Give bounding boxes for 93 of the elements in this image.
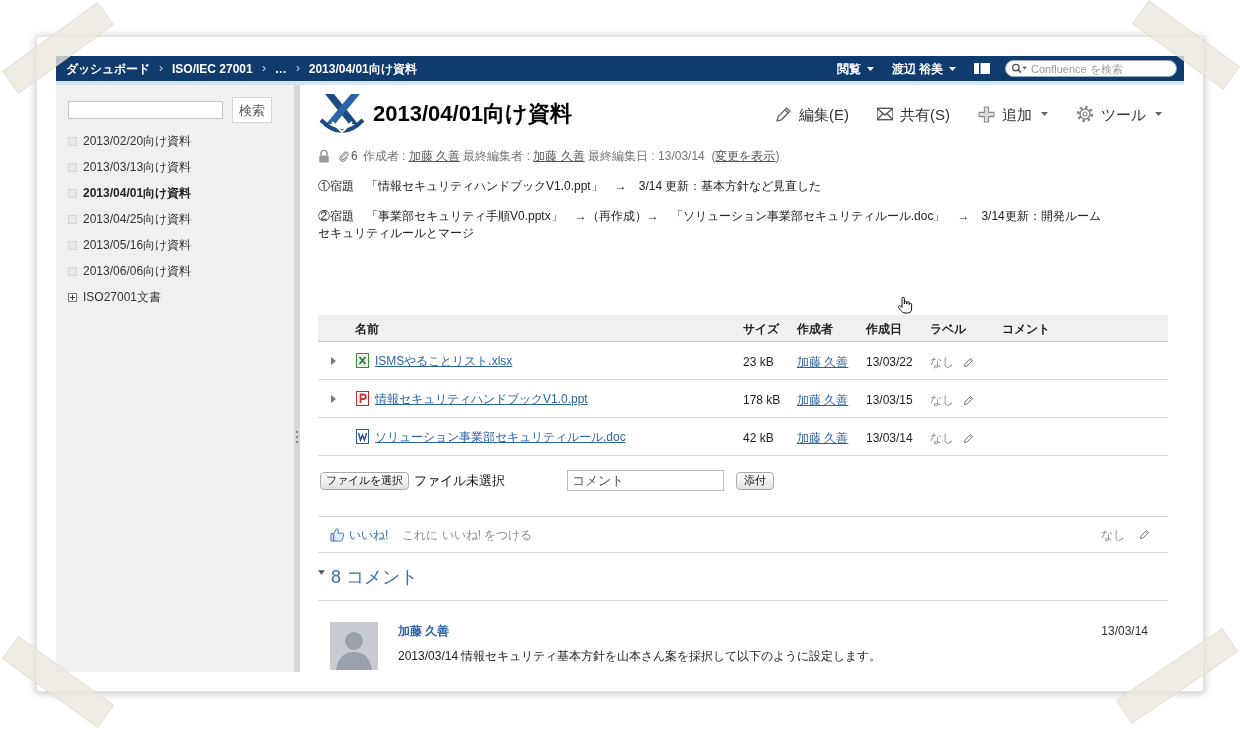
page-tree-link[interactable]: 2013/06/06向け資料: [83, 265, 192, 277]
menu-button[interactable]: 渡辺 裕美: [891, 62, 956, 75]
breadcrumb-link[interactable]: 2013/04/01向け資料: [308, 62, 417, 75]
created-date: 13/03/14: [866, 430, 913, 445]
page-tree-link[interactable]: 2013/04/01向け資料: [83, 187, 192, 199]
user-link[interactable]: 加藤 久善: [797, 430, 849, 445]
bullet-icon: [68, 214, 77, 224]
like-button[interactable]: いいね!: [330, 527, 389, 542]
page-tree-link[interactable]: 2013/05/16向け資料: [83, 239, 192, 251]
expand-arrow-icon[interactable]: [331, 394, 336, 403]
chevron-icon: [295, 65, 300, 72]
column-header[interactable]: コメント: [1002, 322, 1050, 336]
spreadsheet-file-icon: [356, 353, 369, 368]
gear-icon: [1076, 105, 1094, 123]
file-link[interactable]: ソリューション事業部セキュリティルール.doc: [375, 430, 626, 443]
file-status: ファイル未選択: [414, 474, 505, 487]
pencil-icon: [775, 105, 792, 123]
user-link[interactable]: 加藤 久善: [797, 354, 849, 369]
search-field[interactable]: Confluence を検索: [1005, 60, 1177, 77]
collapse-arrow-icon[interactable]: [318, 570, 325, 575]
breadcrumb-link[interactable]: …: [274, 62, 287, 75]
avatar-placeholder: [330, 622, 378, 670]
attachment-count: 6: [351, 150, 358, 162]
user-link[interactable]: 加藤 久善: [408, 149, 461, 163]
pencil-icon[interactable]: [963, 356, 974, 368]
caret-icon: [949, 66, 956, 71]
bullet-icon: [68, 240, 77, 250]
bullet-icon: [68, 266, 77, 276]
breadcrumb-link[interactable]: ダッシュボード: [66, 62, 150, 75]
label-value: なし: [1101, 528, 1125, 541]
created-date: 13/03/15: [866, 392, 913, 407]
page-tree-link[interactable]: 2013/02/20向け資料: [83, 135, 192, 147]
pencil-icon[interactable]: [1139, 529, 1150, 540]
label-value: なし: [930, 432, 954, 444]
page-tree-link[interactable]: 2013/04/25向け資料: [83, 213, 192, 225]
plus-icon: [978, 105, 995, 123]
comment-author[interactable]: 加藤 久善: [398, 625, 450, 637]
comment-text: 2013/03/14 情報セキュリティ基本方針を山本さん案を採択して以下のように設定します。: [398, 649, 883, 663]
logo-icon: [318, 92, 366, 136]
column-header[interactable]: 名前: [355, 322, 379, 336]
user-link[interactable]: 加藤 久善: [533, 149, 585, 163]
file-size: 42 kB: [743, 430, 774, 445]
choose-file-button[interactable]: ファイルを選択: [320, 471, 409, 490]
thumbs-up-icon: [330, 527, 345, 542]
bullet-icon: [68, 162, 77, 172]
pencil-icon[interactable]: [963, 432, 974, 444]
expand-arrow-icon[interactable]: [331, 356, 336, 365]
column-header[interactable]: ラベル: [930, 322, 966, 336]
page-title: 2013/04/01向け資料: [373, 103, 573, 125]
user-link[interactable]: 加藤 久善: [797, 392, 849, 407]
comment-field[interactable]: コメント: [567, 470, 724, 491]
hand-cursor-icon: [897, 296, 913, 314]
search-button[interactable]: 検索: [232, 97, 272, 123]
edit-button[interactable]: 編集(E): [775, 105, 849, 123]
envelope-icon: [877, 107, 893, 121]
bullet-icon: [68, 188, 77, 198]
paperclip-icon[interactable]: [338, 150, 350, 162]
label-value: なし: [930, 356, 954, 368]
breadcrumb-link[interactable]: ISO/IEC 27001: [172, 62, 253, 75]
created-date: 13/03/22: [866, 354, 913, 369]
page-tree-link[interactable]: 2013/03/13向け資料: [83, 161, 192, 173]
bullet-icon: [68, 136, 77, 146]
file-size: 178 kB: [743, 392, 781, 407]
column-header[interactable]: サイズ: [743, 322, 779, 336]
search-input[interactable]: [68, 101, 223, 119]
attach-button[interactable]: 添付: [736, 471, 774, 490]
page-metadata: 作成者 : 加藤 久善 最終編集者 : 加藤 久善 最終編集日 : 13/03/14 (変更を表示): [362, 150, 780, 162]
pencil-icon[interactable]: [963, 394, 974, 406]
column-header[interactable]: 作成者: [797, 322, 833, 336]
file-link[interactable]: 情報セキュリティハンドブックV1.0.ppt: [375, 392, 588, 405]
column-header[interactable]: 作成日: [866, 322, 902, 336]
like-prompt: これに いいね! をつける: [402, 528, 533, 541]
plus-box-icon[interactable]: [68, 292, 77, 302]
menu-button[interactable]: 閲覧: [836, 62, 874, 75]
presentation-file-icon: [356, 391, 369, 406]
view-changes-link[interactable]: 変更を表示: [715, 149, 776, 163]
body-paragraph: ①宿題 「情報セキュリティハンドブックV1.0.ppt」 → 3/14 更新：基本方針など見直した: [318, 178, 823, 195]
comments-heading[interactable]: 8 コメント: [331, 567, 418, 586]
page-tree-link[interactable]: ISO27001文書: [83, 291, 162, 303]
lock-icon: [318, 149, 330, 163]
file-size: 23 kB: [743, 354, 774, 369]
chevron-icon: [261, 65, 266, 72]
caret-icon: [866, 66, 874, 71]
label-value: なし: [930, 394, 954, 406]
chevron-icon: [159, 65, 163, 72]
panel-layout-icon[interactable]: [974, 63, 990, 74]
comment-date: 13/03/14: [1101, 625, 1148, 637]
body-paragraph: ②宿題 「事業部セキュリティ手順V0.pptx」 →（再作成）→ 「ソリューション事業部セキュリティルール.doc」 → 3/14更新：開発ルームセキュリティルールとマージ: [318, 208, 1102, 242]
tools-button[interactable]: ツール: [1076, 105, 1162, 123]
share-button[interactable]: 共有(S): [877, 106, 950, 122]
search-icon[interactable]: [1011, 63, 1028, 74]
add-button[interactable]: 追加: [978, 105, 1048, 123]
file-link[interactable]: ISMSやることリスト.xlsx: [375, 354, 513, 367]
